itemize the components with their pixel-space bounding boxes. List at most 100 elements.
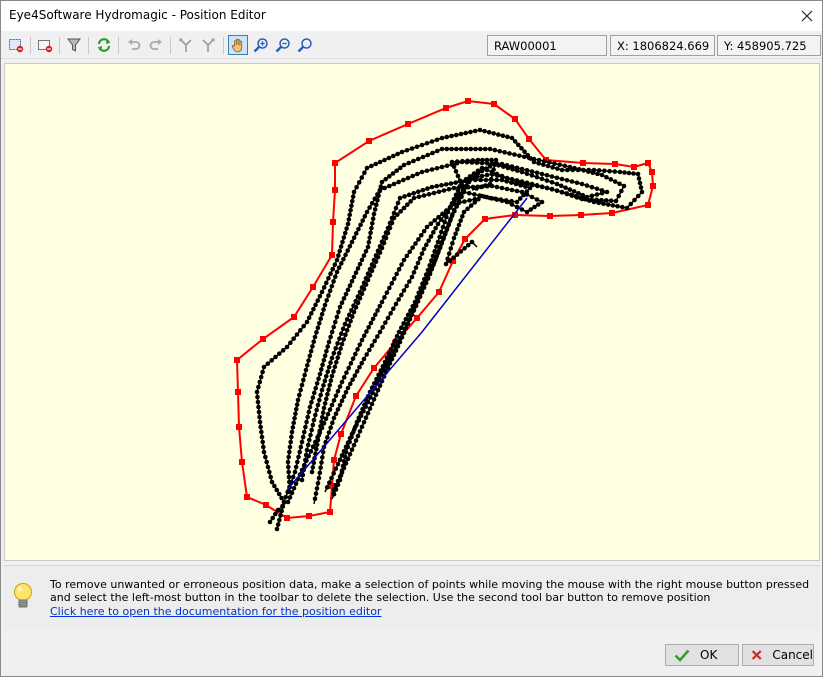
track-point xyxy=(355,266,361,271)
track-point xyxy=(304,458,309,463)
track-point xyxy=(348,318,353,324)
track-point xyxy=(335,407,341,412)
track-point xyxy=(507,151,512,156)
track-point xyxy=(410,245,415,250)
track-point xyxy=(321,383,326,388)
track-point xyxy=(338,346,343,351)
track-point xyxy=(528,156,534,161)
zoom-in-button[interactable] xyxy=(251,35,271,55)
track-point xyxy=(635,193,641,199)
track-point xyxy=(487,164,493,169)
track-point xyxy=(359,337,365,343)
track-point xyxy=(504,199,510,205)
track-point xyxy=(429,167,435,172)
track-point xyxy=(382,157,387,163)
pan-button[interactable] xyxy=(228,35,248,55)
track-point xyxy=(329,329,335,335)
track-point xyxy=(325,435,330,440)
track-point xyxy=(367,406,373,411)
cancel-button[interactable]: Cancel xyxy=(742,644,814,666)
track-point xyxy=(389,356,395,362)
close-button[interactable] xyxy=(792,1,822,31)
track-point xyxy=(289,429,295,435)
track-point xyxy=(354,422,359,428)
track-point xyxy=(351,274,357,280)
funnel-icon xyxy=(67,38,81,52)
ok-label: OK xyxy=(700,648,718,662)
track-point xyxy=(580,192,586,198)
track-point xyxy=(326,293,331,298)
track-point xyxy=(264,459,269,465)
track-point xyxy=(492,162,498,168)
track-point xyxy=(426,238,431,243)
track-point xyxy=(372,196,378,202)
zoom-out-button[interactable] xyxy=(273,35,293,55)
track-point xyxy=(331,415,337,421)
track-point xyxy=(322,401,328,406)
track-point xyxy=(431,190,437,196)
track-point xyxy=(411,307,417,313)
track-point xyxy=(313,412,318,418)
track-point xyxy=(482,128,487,134)
track-point xyxy=(357,364,362,370)
track-point xyxy=(425,152,431,158)
track-point xyxy=(367,205,372,210)
track-point xyxy=(451,235,457,241)
selection-vertex xyxy=(332,160,338,166)
selection-vertex xyxy=(263,502,269,508)
track-point xyxy=(405,202,410,207)
track-point xyxy=(280,503,285,509)
filter-button[interactable] xyxy=(64,35,84,55)
remove-position-button[interactable] xyxy=(35,35,55,55)
track-point xyxy=(415,260,421,266)
track-point xyxy=(379,245,385,251)
track-point xyxy=(534,170,540,176)
track-point xyxy=(539,199,545,205)
title-bar: Eye4Software Hydromagic - Position Edito… xyxy=(1,1,822,31)
track-point xyxy=(581,167,586,173)
undo-button[interactable] xyxy=(124,35,144,55)
selection-vertex xyxy=(526,136,532,142)
track-point xyxy=(409,146,415,151)
zoom-extents-button[interactable] xyxy=(295,35,315,55)
track-point xyxy=(333,393,339,399)
track-point xyxy=(258,424,263,430)
track-point xyxy=(424,168,430,174)
split-left-button[interactable] xyxy=(176,35,196,55)
redo-icon xyxy=(149,39,162,50)
track-point xyxy=(425,186,430,191)
documentation-link[interactable]: Click here to open the documentation for… xyxy=(50,605,381,618)
redo-button[interactable] xyxy=(146,35,166,55)
track-point xyxy=(343,444,349,450)
ok-button[interactable]: OK xyxy=(665,644,739,666)
track-point xyxy=(357,261,363,267)
refresh-button[interactable] xyxy=(94,35,114,55)
file-name-field: RAW00001 xyxy=(487,35,607,56)
track-point xyxy=(323,280,329,286)
track-point xyxy=(370,316,376,322)
track-point xyxy=(377,159,383,165)
track-point xyxy=(359,291,365,297)
track-point xyxy=(421,284,427,290)
track-point xyxy=(453,231,458,236)
track-point xyxy=(529,194,535,200)
track-point xyxy=(336,265,342,271)
delete-selection-button[interactable] xyxy=(6,35,26,55)
track-point xyxy=(428,221,434,227)
track-point xyxy=(340,326,346,332)
split-right-button[interactable] xyxy=(198,35,218,55)
track-point xyxy=(287,479,292,485)
track-point xyxy=(534,174,540,180)
track-point xyxy=(430,150,435,156)
track-point xyxy=(364,329,369,334)
track-point xyxy=(291,336,296,341)
track-point xyxy=(491,167,496,172)
track-point xyxy=(289,434,294,440)
track-point xyxy=(505,134,510,140)
track-point xyxy=(357,429,363,434)
track-point xyxy=(589,184,595,190)
track-point xyxy=(344,370,349,375)
track-point xyxy=(478,184,484,190)
track-point xyxy=(285,499,291,505)
map-canvas[interactable] xyxy=(4,63,820,561)
